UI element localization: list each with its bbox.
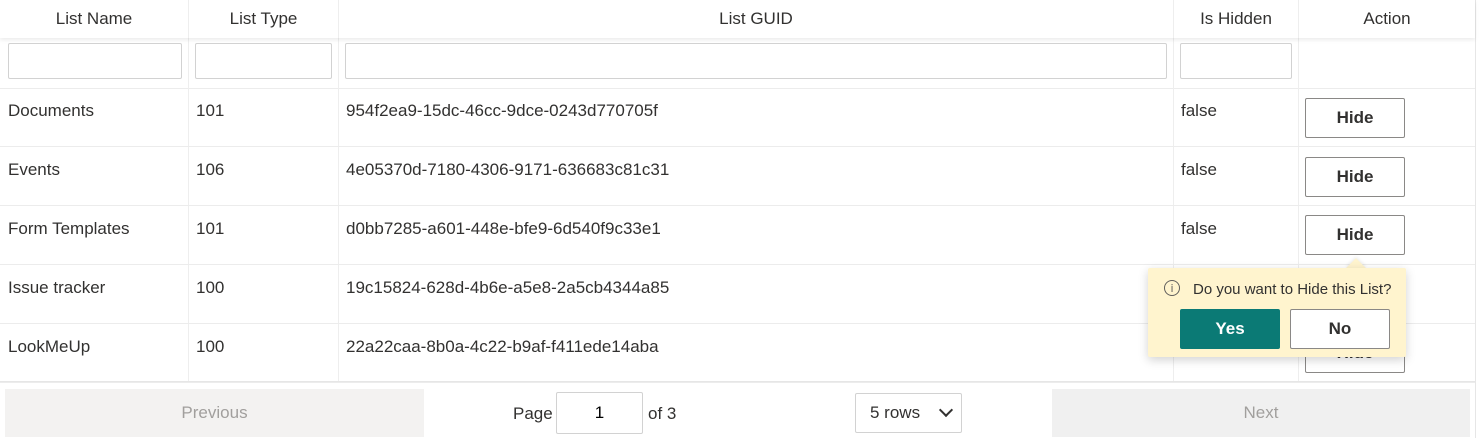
filter-cell-list-name <box>0 38 189 88</box>
previous-button[interactable]: Previous <box>5 389 424 437</box>
filter-list-name-input[interactable] <box>8 43 182 79</box>
pagination-bar: Previous Page of 3 5 rows Next <box>0 381 1475 439</box>
rows-per-page-select[interactable]: 5 rows <box>855 393 962 433</box>
cell-list-type: 101 <box>189 88 339 146</box>
column-header-list-name[interactable]: List Name <box>0 0 189 38</box>
filter-is-hidden-input[interactable] <box>1180 43 1292 79</box>
cell-list-name: Events <box>0 147 189 205</box>
cell-list-type: 106 <box>189 147 339 205</box>
cell-list-guid: 19c15824-628d-4b6e-a5e8-2a5cb4344a85 <box>339 265 1174 323</box>
cell-list-type: 100 <box>189 265 339 323</box>
page-label: Page <box>513 404 553 423</box>
column-header-list-type[interactable]: List Type <box>189 0 339 38</box>
cell-list-guid: 4e05370d-7180-4306-9171-636683c81c31 <box>339 147 1174 205</box>
table-row: Events 106 4e05370d-7180-4306-9171-63668… <box>0 147 1475 206</box>
table-header: List Name List Type List GUID Is Hidden … <box>0 0 1475 38</box>
cell-list-name: LookMeUp <box>0 324 189 382</box>
cell-list-type: 101 <box>189 206 339 264</box>
filter-cell-action <box>1299 38 1475 88</box>
cell-list-guid: 954f2ea9-15dc-46cc-9dce-0243d770705f <box>339 88 1174 146</box>
table-row: Documents 101 954f2ea9-15dc-46cc-9dce-02… <box>0 88 1475 147</box>
page-number-input[interactable] <box>556 392 643 434</box>
filter-row <box>0 38 1475 89</box>
page-count-label: of 3 <box>648 404 677 423</box>
lists-table: List Name List Type List GUID Is Hidden … <box>0 0 1476 438</box>
yes-button[interactable]: Yes <box>1180 309 1280 349</box>
table-row: Form Templates 101 d0bb7285-a601-448e-bf… <box>0 206 1475 265</box>
cell-is-hidden: false <box>1174 88 1299 146</box>
cell-list-name: Documents <box>0 88 189 146</box>
column-header-action: Action <box>1363 9 1411 28</box>
cell-list-guid: d0bb7285-a601-448e-bfe9-6d540f9c33e1 <box>339 206 1174 264</box>
filter-cell-is-hidden <box>1174 38 1299 88</box>
next-button[interactable]: Next <box>1052 389 1470 437</box>
filter-cell-list-type <box>189 38 339 88</box>
cell-is-hidden: false <box>1174 147 1299 205</box>
column-header-list-guid[interactable]: List GUID <box>339 0 1174 38</box>
hide-button[interactable]: Hide <box>1305 215 1405 255</box>
hide-button[interactable]: Hide <box>1305 98 1405 138</box>
column-header-is-hidden[interactable]: Is Hidden <box>1174 0 1299 38</box>
filter-cell-list-guid <box>339 38 1174 88</box>
cell-list-name: Issue tracker <box>0 265 189 323</box>
chevron-down-icon <box>938 402 954 418</box>
cell-list-guid: 22a22caa-8b0a-4c22-b9af-f411ede14aba <box>339 324 1174 382</box>
cell-list-type: 100 <box>189 324 339 382</box>
callout-message: Do you want to Hide this List? <box>1193 281 1392 298</box>
filter-list-type-input[interactable] <box>195 43 332 79</box>
hide-button[interactable]: Hide <box>1305 157 1405 197</box>
rows-per-page-value: 5 rows <box>870 403 921 422</box>
filter-list-guid-input[interactable] <box>345 43 1167 79</box>
cell-is-hidden: false <box>1174 206 1299 264</box>
no-button[interactable]: No <box>1290 309 1390 349</box>
hide-confirm-callout: i Do you want to Hide this List? Yes No <box>1148 268 1406 357</box>
cell-list-name: Form Templates <box>0 206 189 264</box>
info-icon: i <box>1164 280 1180 296</box>
